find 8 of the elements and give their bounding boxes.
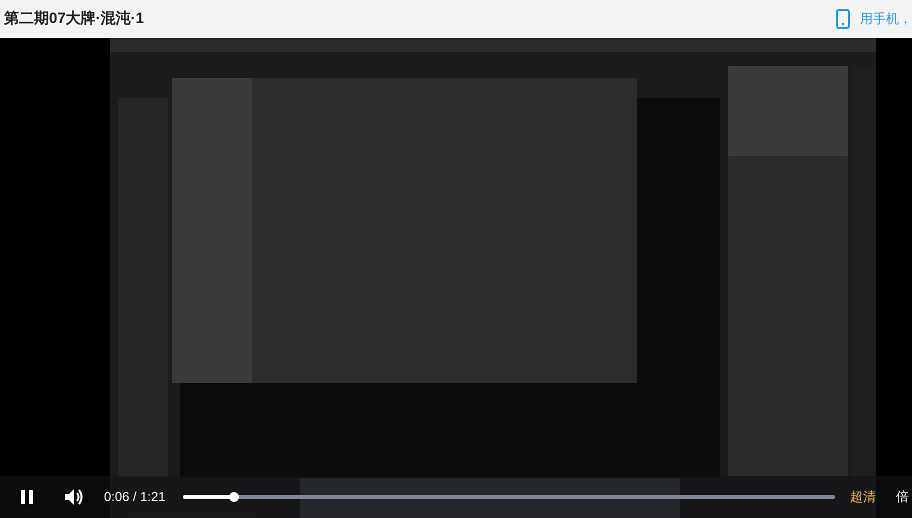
progress-track[interactable] xyxy=(183,495,835,499)
pause-icon xyxy=(21,490,33,504)
time-display: 0:06 / 1:21 xyxy=(104,488,166,506)
speaker-icon xyxy=(64,488,84,506)
speed-button[interactable]: 倍 xyxy=(896,487,909,507)
quality-button[interactable]: 超清 xyxy=(850,487,876,507)
video-title: 第二期07大牌·混沌·1 xyxy=(4,8,144,29)
phone-icon xyxy=(836,9,850,29)
